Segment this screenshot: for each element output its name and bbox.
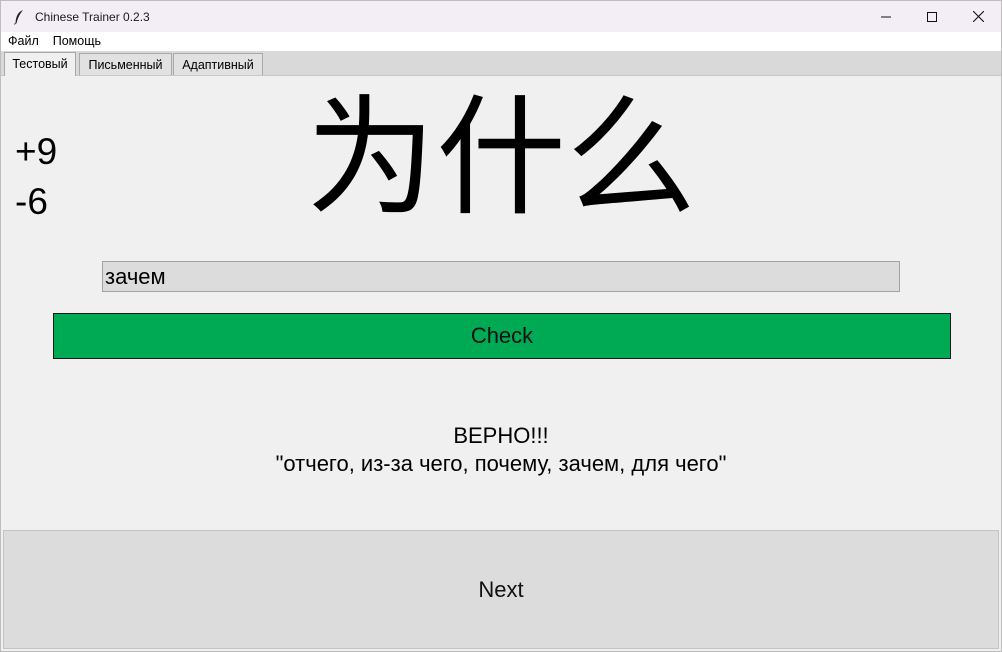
feather-icon (11, 9, 27, 25)
correct-count: +9 (15, 131, 58, 172)
minimize-icon (881, 16, 891, 17)
menu-help[interactable]: Помощь (46, 32, 108, 51)
minimize-button[interactable] (863, 1, 909, 32)
check-button[interactable]: Check (53, 313, 951, 359)
menu-file[interactable]: Файл (1, 32, 46, 51)
close-icon (972, 11, 984, 22)
tab-written[interactable]: Письменный (79, 53, 172, 75)
maximize-button[interactable] (909, 1, 955, 32)
close-button[interactable] (955, 1, 1001, 32)
app-window: Chinese Trainer 0.2.3 Файл Помощь Тестов… (0, 0, 1002, 652)
window-controls (863, 1, 1001, 32)
tab-strip: Тестовый Письменный Адаптивный (1, 51, 1001, 76)
title-bar[interactable]: Chinese Trainer 0.2.3 (1, 1, 1001, 32)
tab-test[interactable]: Тестовый (4, 52, 76, 76)
result-status: ВЕРНО!!! (453, 423, 549, 448)
answer-input[interactable] (102, 261, 900, 292)
window-title: Chinese Trainer 0.2.3 (35, 9, 150, 24)
maximize-icon (927, 11, 937, 22)
menu-bar: Файл Помощь (1, 32, 1001, 51)
result-translations: "отчего, из-за чего, почему, зачем, для … (275, 451, 727, 476)
wrong-count: -6 (15, 181, 48, 222)
next-button[interactable]: Next (3, 530, 999, 649)
question-hanzi: 为什么 (305, 82, 696, 234)
tab-adaptive[interactable]: Адаптивный (173, 53, 263, 75)
